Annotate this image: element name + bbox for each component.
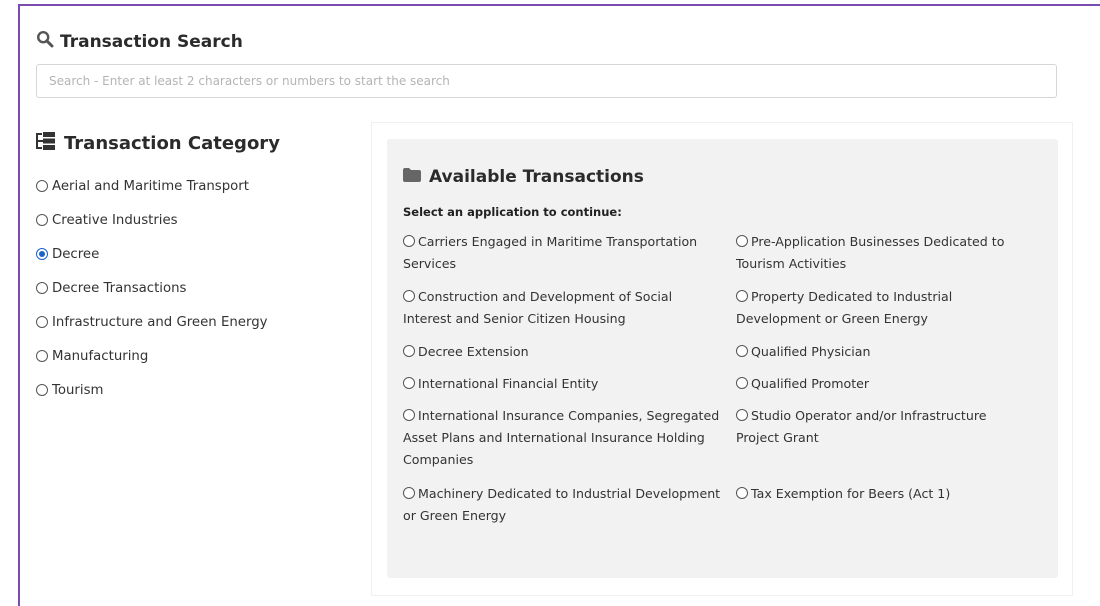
transaction-option-label: Tax Exemption for Beers (Act 1) (751, 486, 951, 501)
radio-unchecked-icon[interactable] (36, 282, 48, 294)
transaction-option[interactable]: Construction and Development of Social I… (403, 286, 736, 341)
transaction-option[interactable]: Pre-Application Businesses Dedicated to … (736, 231, 1033, 286)
category-list: Aerial and Maritime Transport Creative In… (36, 169, 268, 407)
search-section-header: Transaction Search (36, 30, 243, 53)
category-option[interactable]: Creative Industries (36, 203, 268, 237)
transaction-option[interactable]: Qualified Promoter (736, 373, 1033, 405)
category-option[interactable]: Decree (36, 237, 268, 271)
search-input[interactable] (36, 64, 1057, 98)
transaction-option[interactable]: Studio Operator and/or Infrastructure Pr… (736, 405, 1033, 483)
transaction-option[interactable]: Property Dedicated to Industrial Develop… (736, 286, 1033, 341)
transaction-option[interactable]: Carriers Engaged in Maritime Transportat… (403, 231, 736, 286)
category-option[interactable]: Tourism (36, 373, 268, 407)
radio-unchecked-icon[interactable] (36, 384, 48, 396)
sitemap-icon (36, 132, 56, 155)
radio-unchecked-icon[interactable] (736, 290, 748, 302)
transactions-section-header: Available Transactions (403, 167, 644, 187)
category-option[interactable]: Decree Transactions (36, 271, 268, 305)
transactions-instruction: Select an application to continue: (403, 205, 622, 219)
category-option-label: Tourism (52, 382, 104, 398)
transaction-option[interactable]: Qualified Physician (736, 341, 1033, 373)
transaction-option-label: Carriers Engaged in Maritime Transportat… (403, 234, 698, 271)
radio-unchecked-icon[interactable] (736, 377, 748, 389)
category-option[interactable]: Manufacturing (36, 339, 268, 373)
available-transactions-panel: Available Transactions Select an applica… (387, 139, 1058, 578)
transaction-option-label: Machinery Dedicated to Industrial Develo… (403, 486, 721, 523)
radio-unchecked-icon[interactable] (403, 409, 415, 421)
transaction-option[interactable]: International Insurance Companies, Segre… (403, 405, 736, 483)
transaction-option-label: Decree Extension (418, 344, 529, 359)
radio-unchecked-icon[interactable] (736, 487, 748, 499)
search-icon (36, 30, 54, 53)
category-option-label: Aerial and Maritime Transport (52, 178, 249, 194)
category-option-label: Creative Industries (52, 212, 178, 228)
radio-unchecked-icon[interactable] (36, 214, 48, 226)
radio-unchecked-icon[interactable] (736, 345, 748, 357)
transaction-option-label: Qualified Promoter (751, 376, 870, 391)
radio-unchecked-icon[interactable] (736, 235, 748, 247)
radio-unchecked-icon[interactable] (403, 235, 415, 247)
transactions-grid: Carriers Engaged in Maritime Transportat… (403, 231, 1033, 538)
transaction-option[interactable]: Decree Extension (403, 341, 736, 373)
radio-unchecked-icon[interactable] (36, 316, 48, 328)
radio-unchecked-icon[interactable] (403, 290, 415, 302)
category-title: Transaction Category (64, 133, 280, 154)
transaction-option-label: Studio Operator and/or Infrastructure Pr… (736, 408, 987, 445)
transaction-option[interactable]: Tax Exemption for Beers (Act 1) (736, 483, 1033, 538)
transactions-title: Available Transactions (429, 167, 644, 187)
category-section-header: Transaction Category (36, 132, 280, 155)
category-option-label: Decree Transactions (52, 280, 187, 296)
transaction-option[interactable]: International Financial Entity (403, 373, 736, 405)
category-option-label: Decree (52, 246, 100, 262)
transaction-option-label: Construction and Development of Social I… (403, 289, 673, 326)
radio-unchecked-icon[interactable] (403, 345, 415, 357)
folder-icon (403, 167, 421, 187)
radio-checked-icon[interactable] (36, 248, 48, 260)
radio-unchecked-icon[interactable] (36, 180, 48, 192)
search-title: Transaction Search (60, 31, 243, 52)
category-option[interactable]: Infrastructure and Green Energy (36, 305, 268, 339)
radio-unchecked-icon[interactable] (403, 377, 415, 389)
transaction-option-label: International Insurance Companies, Segre… (403, 408, 720, 467)
category-option-label: Manufacturing (52, 348, 149, 364)
radio-unchecked-icon[interactable] (403, 487, 415, 499)
category-option[interactable]: Aerial and Maritime Transport (36, 169, 268, 203)
transaction-option-label: International Financial Entity (418, 376, 599, 391)
transaction-option[interactable]: Machinery Dedicated to Industrial Develo… (403, 483, 736, 538)
transaction-option-label: Pre-Application Businesses Dedicated to … (736, 234, 1005, 271)
radio-unchecked-icon[interactable] (736, 409, 748, 421)
transaction-option-label: Property Dedicated to Industrial Develop… (736, 289, 953, 326)
category-option-label: Infrastructure and Green Energy (52, 314, 268, 330)
radio-unchecked-icon[interactable] (36, 350, 48, 362)
transaction-option-label: Qualified Physician (751, 344, 871, 359)
